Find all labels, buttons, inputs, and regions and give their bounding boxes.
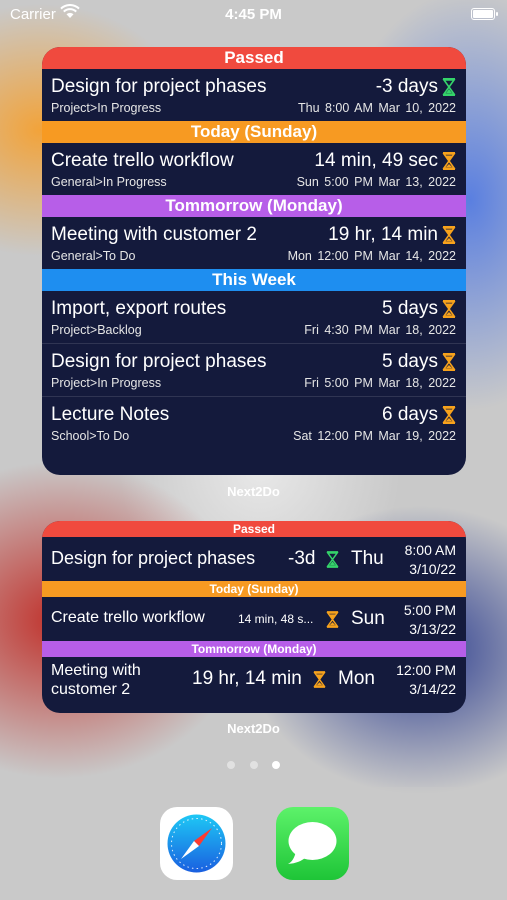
task-time-block: 5:00 PM 3/13/22 xyxy=(404,601,456,639)
task-countdown: 19 hr, 14 min xyxy=(192,668,302,689)
compass-icon xyxy=(167,814,226,873)
page-indicator[interactable] xyxy=(0,756,507,774)
task-title: Create trello workflow xyxy=(51,150,234,171)
section-header-this-week: This Week xyxy=(42,269,466,291)
task-countdown: 6 days xyxy=(382,404,438,425)
task-path: General>To Do xyxy=(51,249,136,263)
task-title: Meeting with customer 2 xyxy=(51,662,141,698)
task-countdown: 14 min, 49 sec xyxy=(314,150,438,171)
task-datetime: Mon 12:00 PM Mar 14, 2022 xyxy=(287,249,456,263)
task-day: Thu xyxy=(351,548,384,569)
dock xyxy=(0,787,507,900)
task-title: Create trello workflow xyxy=(51,609,205,626)
task-datetime: Sat 12:00 PM Mar 19, 2022 xyxy=(293,429,456,443)
hourglass-icon xyxy=(442,226,456,244)
task-path: Project>In Progress xyxy=(51,101,162,115)
section-header-passed: Passed xyxy=(42,47,466,69)
hourglass-icon xyxy=(442,353,456,371)
task-date: 3/13/22 xyxy=(409,621,456,637)
task-path: Project>In Progress xyxy=(51,376,162,390)
task-countdown: -3d xyxy=(288,548,316,569)
messages-app-icon[interactable] xyxy=(276,807,349,880)
speech-bubble-icon xyxy=(288,822,337,864)
hourglass-icon xyxy=(442,406,456,424)
task-countdown: -3 days xyxy=(375,76,438,97)
task-date: 3/14/22 xyxy=(409,681,456,697)
task-title: Design for project phases xyxy=(51,351,267,372)
status-bar: Carrier 4:45 PM xyxy=(0,0,507,28)
task-path: Project>Backlog xyxy=(51,323,142,337)
hourglass-icon xyxy=(313,671,326,688)
task-time: 8:00 AM xyxy=(404,542,456,558)
page-dot-active[interactable] xyxy=(271,761,280,769)
hourglass-icon xyxy=(442,300,456,318)
section-header-today: Today (Sunday) xyxy=(42,581,466,597)
task-datetime: Fri 4:30 PM Mar 18, 2022 xyxy=(304,323,456,337)
task-row[interactable]: Design for project phases Project>In Pro… xyxy=(42,69,466,121)
task-countdown: 19 hr, 14 min xyxy=(328,224,438,245)
task-row[interactable]: Design for project phases Project>In Pro… xyxy=(42,344,466,397)
section-header-passed: Passed xyxy=(42,521,466,537)
task-time-block: 8:00 AM 3/10/22 xyxy=(405,541,456,579)
section-header-tomorrow: Tommorrow (Monday) xyxy=(42,641,466,657)
task-title: Meeting with customer 2 xyxy=(51,224,257,245)
task-row[interactable]: Create trello workflow 14 min, 48 s... S… xyxy=(42,597,466,641)
task-path: General>In Progress xyxy=(51,175,167,189)
task-row[interactable]: Meeting with customer 2 General>To Do 19… xyxy=(42,217,466,269)
widget-label: Next2Do xyxy=(227,484,280,499)
task-countdown: 14 min, 48 s... xyxy=(238,612,314,626)
hourglass-icon xyxy=(442,152,456,170)
task-row[interactable]: Meeting with customer 2 19 hr, 14 min Mo… xyxy=(42,657,466,701)
hourglass-icon xyxy=(326,551,339,568)
task-row[interactable]: Import, export routes Project>Backlog 5 … xyxy=(42,291,466,344)
page-dot[interactable] xyxy=(249,761,258,769)
task-date: 3/10/22 xyxy=(409,561,456,577)
task-datetime: Sun 5:00 PM Mar 13, 2022 xyxy=(296,175,456,189)
section-header-tomorrow: Tommorrow (Monday) xyxy=(42,195,466,217)
clock-time: 4:45 PM xyxy=(225,6,282,23)
task-row[interactable]: Design for project phases -3d Thu 8:00 A… xyxy=(42,537,466,581)
hourglass-icon xyxy=(442,78,456,96)
widget-label: Next2Do xyxy=(227,721,280,736)
task-time-block: 12:00 PM 3/14/22 xyxy=(396,661,456,699)
task-time: 5:00 PM xyxy=(403,602,456,618)
task-datetime: Fri 5:00 PM Mar 18, 2022 xyxy=(304,376,456,390)
safari-app-icon[interactable] xyxy=(160,807,233,880)
task-countdown: 5 days xyxy=(382,351,438,372)
task-countdown: 5 days xyxy=(382,298,438,319)
section-header-today: Today (Sunday) xyxy=(42,121,466,143)
task-path: School>To Do xyxy=(51,429,130,443)
task-row[interactable]: Create trello workflow General>In Progre… xyxy=(42,143,466,195)
large-widget[interactable]: Passed Design for project phases Project… xyxy=(42,47,466,475)
task-title: Design for project phases xyxy=(51,548,256,568)
task-day: Mon xyxy=(338,668,375,689)
task-title: Design for project phases xyxy=(51,76,267,97)
task-title: Lecture Notes xyxy=(51,404,170,425)
hourglass-icon xyxy=(326,611,339,628)
page-dot[interactable] xyxy=(227,761,236,769)
task-datetime: Thu 8:00 AM Mar 10, 2022 xyxy=(297,101,456,115)
task-title: Import, export routes xyxy=(51,298,227,319)
task-day: Sun xyxy=(351,608,385,629)
medium-widget[interactable]: Passed Design for project phases -3d Thu… xyxy=(42,521,466,713)
task-row[interactable]: Lecture Notes School>To Do 6 days Sat 12… xyxy=(42,397,466,449)
battery-icon xyxy=(471,8,498,20)
task-time: 12:00 PM xyxy=(396,662,456,678)
